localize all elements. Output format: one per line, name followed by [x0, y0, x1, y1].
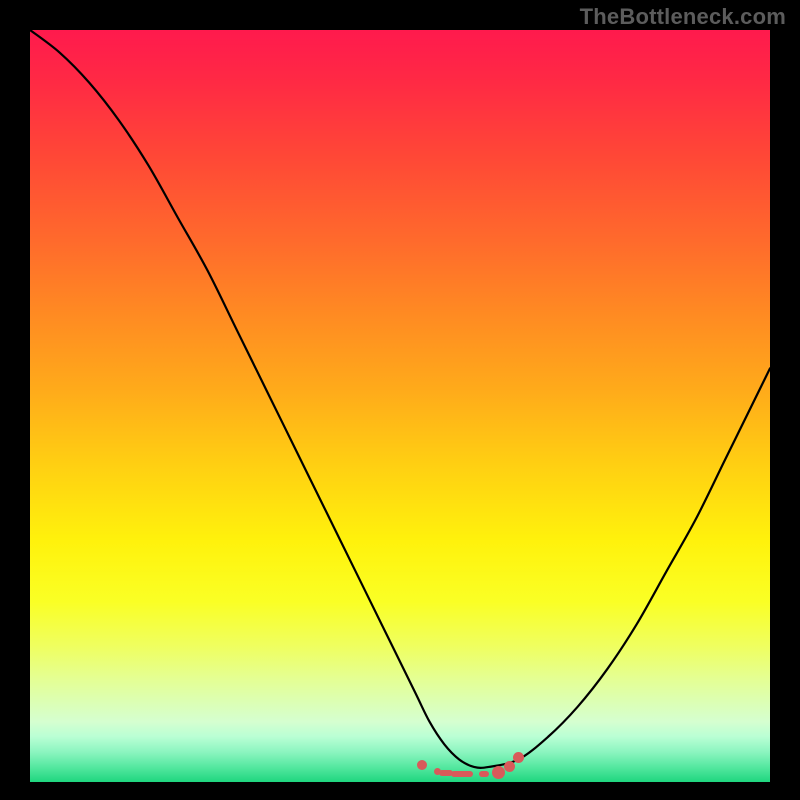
optimal-marker: [451, 771, 473, 777]
plot-area: [30, 30, 770, 782]
curve-svg: [30, 30, 770, 782]
chart-frame: TheBottleneck.com: [0, 0, 800, 800]
bottleneck-curve: [30, 30, 770, 768]
watermark-label: TheBottleneck.com: [580, 4, 786, 30]
optimal-marker: [504, 761, 515, 772]
optimal-marker: [492, 766, 505, 779]
